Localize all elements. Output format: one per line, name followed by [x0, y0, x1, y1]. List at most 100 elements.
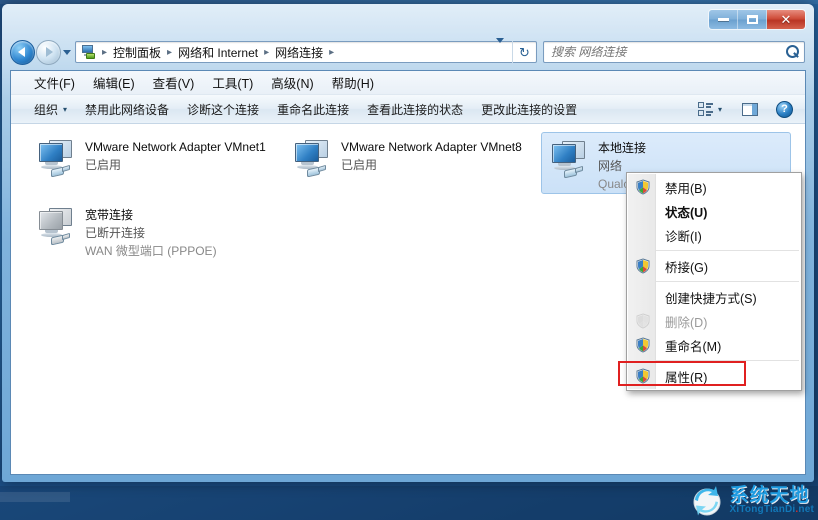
preview-pane-button[interactable] [736, 100, 764, 119]
breadcrumb-separator[interactable]: ▸ [260, 47, 273, 58]
breadcrumb-separator[interactable]: ▸ [325, 47, 338, 58]
context-menu-item-bridge[interactable]: 桥接(G) [627, 254, 801, 278]
uac-shield-icon [631, 365, 655, 387]
forward-arrow-icon [46, 47, 53, 57]
search-box[interactable] [543, 41, 805, 63]
refresh-button[interactable]: ↻ [512, 41, 536, 63]
menu-bar: 文件(F) 编辑(E) 查看(V) 工具(T) 高级(N) 帮助(H) [11, 71, 805, 95]
close-button[interactable]: ✕ [767, 10, 805, 29]
context-menu-separator [656, 250, 799, 251]
recent-pages-button[interactable] [61, 41, 73, 63]
network-adapter-icon [291, 137, 341, 183]
breadcrumb-bar[interactable]: ▸ 控制面板 ▸ 网络和 Internet ▸ 网络连接 ▸ ↻ [75, 38, 537, 63]
chevron-down-icon: ▾ [63, 104, 68, 114]
context-menu: 禁用(B) 状态(U) 诊断(I) 桥接(G) 创建快捷方式(S) 删除(D) … [618, 172, 802, 391]
address-dropdown-button[interactable] [488, 38, 512, 61]
menu-file[interactable]: 文件(F) [25, 71, 84, 94]
list-item[interactable]: VMware Network Adapter VMnet8 已启用 [285, 132, 533, 188]
menu-view[interactable]: 查看(V) [144, 71, 204, 94]
preview-pane-icon [742, 102, 758, 116]
connection-status: 已断开连接 [85, 226, 146, 240]
desktop-backdrop-stripe [0, 492, 70, 502]
organize-button[interactable]: 组织 ▾ [25, 98, 76, 121]
watermark-text: 系统天地 XiTongTianDi.net [729, 486, 814, 515]
help-icon: ? [776, 100, 793, 118]
context-menu-label: 诊断(I) [665, 229, 702, 244]
back-button[interactable] [10, 39, 35, 65]
breadcrumb-network-internet[interactable]: 网络和 Internet [176, 44, 260, 61]
context-menu-label: 禁用(B) [665, 181, 707, 196]
list-item-broadband-connection[interactable]: 宽带连接 已断开连接 WAN 微型端口 (PPPOE) [29, 200, 277, 262]
chevron-down-icon [63, 49, 71, 55]
menu-tools[interactable]: 工具(T) [203, 71, 262, 94]
context-menu-icon-slot [631, 286, 655, 308]
context-menu-item-create-shortcut[interactable]: 创建快捷方式(S) [627, 285, 801, 309]
forward-button[interactable] [36, 39, 61, 65]
context-menu-icon-slot [631, 224, 655, 246]
address-bar-row: ▸ 控制面板 ▸ 网络和 Internet ▸ 网络连接 ▸ ↻ [2, 34, 814, 70]
broadband-connection-icon [35, 205, 85, 257]
uac-shield-icon [631, 176, 655, 198]
list-item[interactable]: VMware Network Adapter VMnet1 已启用 [29, 132, 277, 188]
network-adapter-icon [548, 138, 598, 188]
list-item-text: 宽带连接 已断开连接 WAN 微型端口 (PPPOE) [85, 205, 271, 258]
maximize-icon [746, 15, 758, 24]
chevron-down-icon [496, 38, 504, 60]
uac-shield-icon [631, 334, 655, 356]
watermark-en: XiTongTianDi.net [729, 503, 814, 515]
view-status-button[interactable]: 查看此连接的状态 [358, 98, 472, 121]
site-watermark: 系统天地 XiTongTianDi.net [689, 482, 814, 518]
minimize-icon [717, 18, 729, 21]
context-menu-item-properties[interactable]: 属性(R) [618, 361, 801, 388]
context-menu-label: 属性(R) [665, 370, 708, 385]
context-menu-icon-slot [631, 200, 655, 222]
context-menu-item-status[interactable]: 状态(U) [627, 199, 801, 223]
change-settings-button[interactable]: 更改此连接的设置 [472, 98, 586, 121]
maximize-button[interactable] [738, 10, 767, 29]
breadcrumb-control-panel[interactable]: 控制面板 [111, 44, 163, 61]
window-controls: ✕ [708, 9, 806, 30]
search-input[interactable] [544, 45, 782, 59]
network-connection-icon [80, 44, 96, 60]
organize-label: 组织 [34, 102, 59, 117]
connection-name: 本地连接 [598, 141, 647, 155]
breadcrumb-separator[interactable]: ▸ [163, 47, 176, 58]
title-bar[interactable]: ✕ [2, 4, 814, 34]
menu-edit[interactable]: 编辑(E) [84, 71, 144, 94]
list-item-text: VMware Network Adapter VMnet1 已启用 [85, 137, 271, 183]
menu-help[interactable]: 帮助(H) [323, 71, 383, 94]
command-toolbar: 组织 ▾ 禁用此网络设备 诊断这个连接 重命名此连接 查看此连接的状态 更改此连… [11, 95, 805, 124]
context-menu-item-rename[interactable]: 重命名(M) [627, 333, 801, 357]
menu-advanced[interactable]: 高级(N) [262, 71, 322, 94]
diagnose-connection-button[interactable]: 诊断这个连接 [178, 98, 268, 121]
minimize-button[interactable] [709, 10, 738, 29]
breadcrumb-network-connections[interactable]: 网络连接 [273, 44, 325, 61]
disable-device-button[interactable]: 禁用此网络设备 [76, 98, 178, 121]
context-menu-label: 删除(D) [665, 315, 708, 330]
connection-status: 已启用 [85, 158, 122, 172]
rename-connection-button[interactable]: 重命名此连接 [268, 98, 358, 121]
context-menu-label: 重命名(M) [665, 339, 722, 354]
help-button[interactable]: ? [770, 98, 799, 121]
context-menu-separator [656, 360, 799, 361]
watermark-cn: 系统天地 [729, 484, 810, 506]
refresh-icon: ↻ [519, 44, 530, 60]
network-adapter-icon [35, 137, 85, 183]
context-menu-label: 状态(U) [665, 205, 708, 220]
view-mode-button[interactable]: ▾ [692, 99, 728, 119]
close-icon: ✕ [780, 12, 792, 27]
breadcrumb-separator[interactable]: ▸ [98, 47, 111, 58]
list-item-text: VMware Network Adapter VMnet8 已启用 [341, 137, 527, 183]
search-icon [782, 43, 804, 61]
connection-device: WAN 微型端口 (PPPOE) [85, 244, 217, 258]
view-mode-icon [697, 102, 713, 116]
connection-status: 网络 [598, 159, 623, 173]
context-menu-item-diagnose[interactable]: 诊断(I) [627, 223, 801, 247]
connection-status: 已启用 [341, 158, 378, 172]
chevron-down-icon: ▾ [717, 104, 722, 114]
context-menu-item-disable[interactable]: 禁用(B) [627, 175, 801, 199]
context-menu-separator [656, 281, 799, 282]
back-arrow-icon [18, 47, 25, 57]
uac-shield-icon [631, 310, 655, 332]
connection-name: VMware Network Adapter VMnet1 [85, 140, 266, 154]
